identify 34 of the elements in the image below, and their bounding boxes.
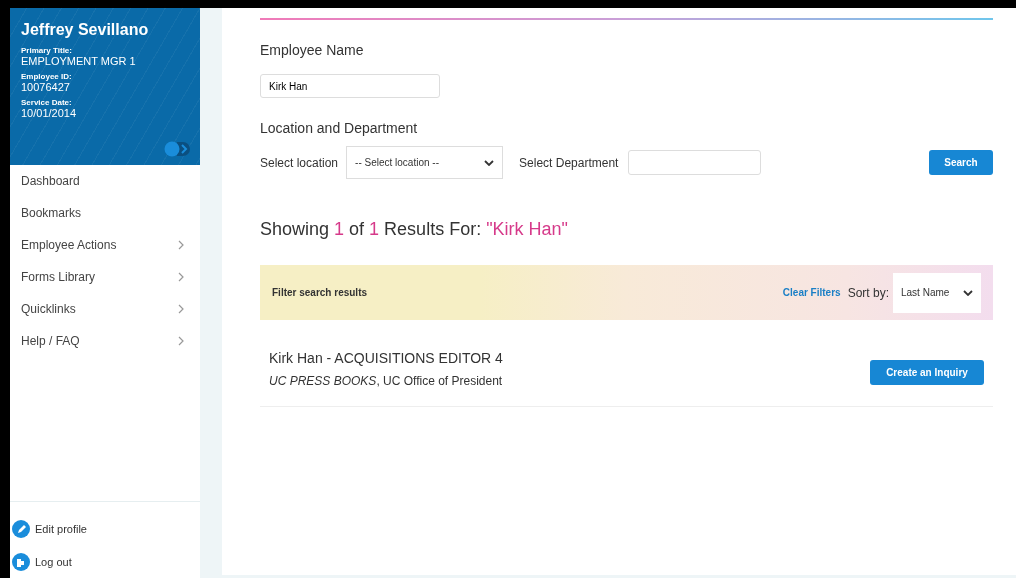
location-dropdown[interactable]: -- Select location -- <box>346 146 504 179</box>
sort-label: Sort by: <box>847 285 889 300</box>
field-value: 10076427 <box>21 81 71 93</box>
menu-item[interactable]: Quicklinks <box>10 293 200 325</box>
create-inquiry-button[interactable]: Create an Inquiry <box>870 359 984 385</box>
log-out-link[interactable]: Log out <box>12 545 200 578</box>
clear-filters-link[interactable]: Clear Filters <box>782 287 841 298</box>
caret-icon <box>484 159 495 166</box>
filter-title: Filter search results <box>272 287 369 298</box>
field-label: Select Department <box>519 155 619 170</box>
section-heading: Location and Department <box>260 120 419 136</box>
department-field[interactable] <box>628 150 762 175</box>
caret-icon <box>963 289 973 296</box>
employee-name-field[interactable]: Kirk Han <box>260 74 440 98</box>
menu-item[interactable]: Help / FAQ <box>10 325 200 357</box>
result-title: Kirk Han - ACQUISITIONS EDITOR 4 <box>269 350 503 366</box>
menu-item[interactable]: Dashboard <box>10 165 200 197</box>
result-subtitle: UC PRESS BOOKS, UC Office of President <box>269 374 503 388</box>
section-heading: Employee Name <box>260 42 365 58</box>
menu-item[interactable]: Employee Actions <box>10 229 200 261</box>
menu-item[interactable]: Bookmarks <box>10 197 200 229</box>
field-label: Select location <box>260 155 339 170</box>
search-button[interactable]: Search <box>929 150 993 175</box>
results-heading: Showing 1 of 1 Results For: "Kirk Han" <box>260 219 569 240</box>
edit-profile-link[interactable]: Edit profile <box>12 512 200 545</box>
sort-dropdown[interactable]: Last Name <box>893 272 981 313</box>
menu-item[interactable]: Forms Library <box>10 261 200 293</box>
field-label: Primary Title: <box>21 46 73 55</box>
field-value: 10/01/2014 <box>21 107 78 119</box>
collapse-toggle-icon[interactable] <box>163 141 191 157</box>
field-label: Employee ID: <box>21 72 73 81</box>
field-label: Service Date: <box>21 98 73 107</box>
field-value: EMPLOYMENT MGR 1 <box>21 55 137 67</box>
user-name: Jeffrey Sevillano <box>21 21 150 39</box>
